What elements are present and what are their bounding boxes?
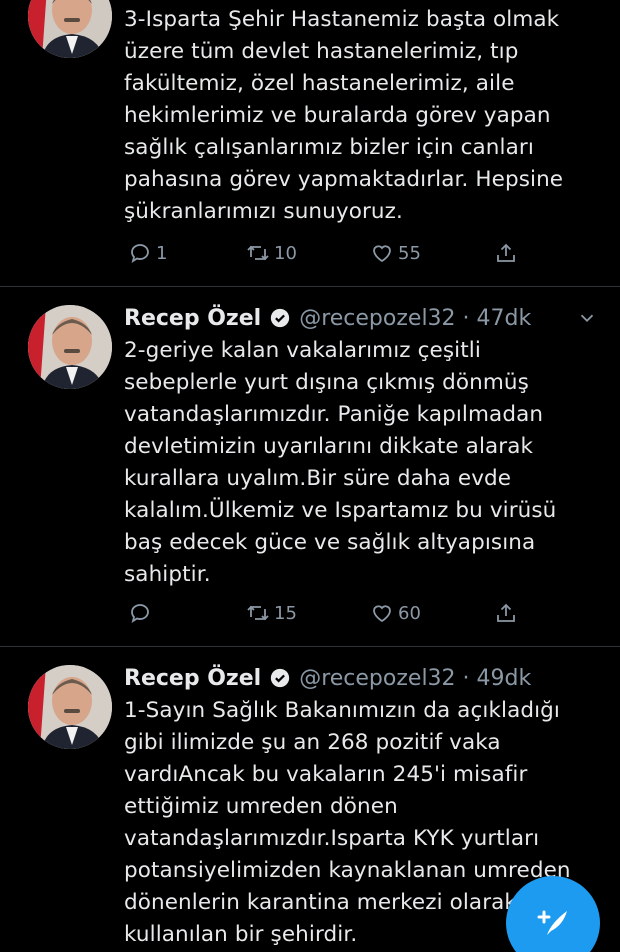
author-name[interactable]: Recep Özel xyxy=(124,306,261,331)
retweet-button[interactable]: 10 xyxy=(246,238,297,268)
share-button[interactable] xyxy=(494,598,518,628)
reply-icon xyxy=(131,604,149,623)
tweet-text: 3-Isparta Şehir Hastanemiz başta olmak ü… xyxy=(124,7,564,224)
retweet-button[interactable]: 15 xyxy=(246,598,297,628)
like-button[interactable]: 55 xyxy=(370,238,421,268)
timeline-feed: 3-Isparta Şehir Hastanemiz başta olmak ü… xyxy=(0,0,620,952)
retweet-count: 15 xyxy=(274,602,297,624)
like-icon xyxy=(373,605,391,623)
tweet-text: 2-geriye kalan vakalarımız çeşitli sebep… xyxy=(124,338,557,587)
reply-count: 1 xyxy=(156,242,168,264)
verified-badge-icon xyxy=(271,308,290,328)
retweet-icon xyxy=(247,605,269,621)
avatar[interactable] xyxy=(28,665,112,749)
like-count: 55 xyxy=(398,242,421,264)
reply-button[interactable]: 1 xyxy=(128,238,167,268)
avatar[interactable] xyxy=(28,0,112,58)
tweet-2[interactable]: Recep Özel @recepozel32 · 47dk 2-geriye … xyxy=(0,287,620,645)
tweet-1[interactable]: 3-Isparta Şehir Hastanemiz başta olmak ü… xyxy=(0,0,620,286)
compose-tweet-icon xyxy=(537,910,567,935)
verified-badge-icon xyxy=(271,668,290,688)
tweet-header: Recep Özel @recepozel32 · 47dk xyxy=(124,301,600,335)
tweet-header: Recep Özel @recepozel32 · 49dk xyxy=(124,661,600,695)
author-handle[interactable]: @recepozel32 · 47dk xyxy=(299,306,531,331)
retweet-icon xyxy=(247,245,269,261)
avatar[interactable] xyxy=(28,305,112,389)
reply-button[interactable] xyxy=(128,598,156,628)
author-name[interactable]: Recep Özel xyxy=(124,666,261,691)
like-count: 60 xyxy=(398,602,421,624)
share-icon xyxy=(497,243,515,262)
reply-icon xyxy=(131,244,149,263)
share-icon xyxy=(497,603,515,622)
author-handle[interactable]: @recepozel32 · 49dk xyxy=(299,666,531,691)
like-icon xyxy=(373,245,391,263)
retweet-count: 10 xyxy=(274,242,297,264)
like-button[interactable]: 60 xyxy=(370,598,421,628)
share-button[interactable] xyxy=(494,238,518,268)
chevron-down-icon[interactable] xyxy=(576,307,598,329)
tweet-actions: 1 10 55 xyxy=(124,238,524,268)
tweet-actions: 15 60 xyxy=(124,598,524,628)
